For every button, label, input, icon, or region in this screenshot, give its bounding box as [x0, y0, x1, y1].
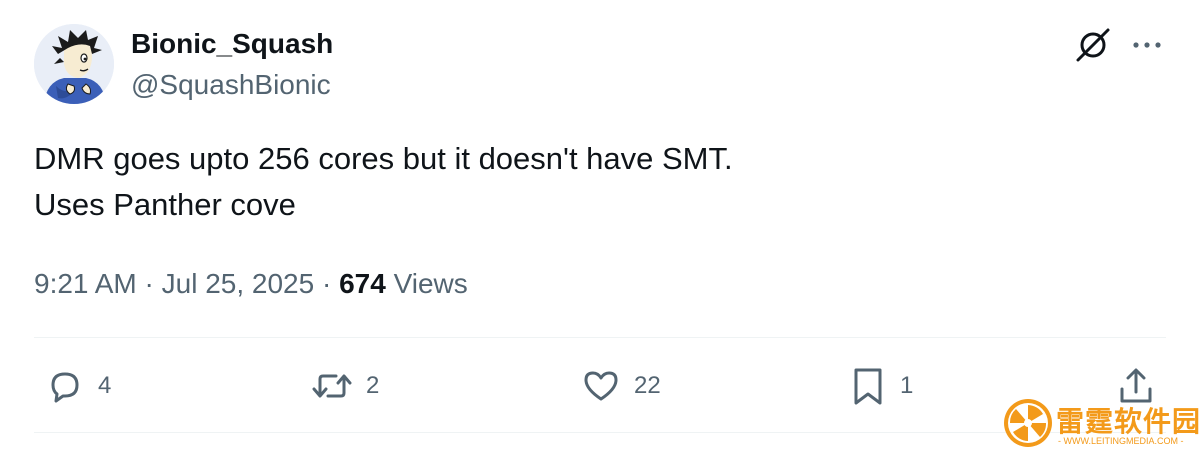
bookmark-icon — [848, 365, 888, 407]
tweet-card: Bionic_Squash @SquashBionic DMR goes upt… — [0, 0, 1200, 450]
views-count: 674 — [339, 268, 386, 299]
watermark-name: 雷霆软件园 — [1056, 406, 1200, 437]
author-handle[interactable]: @SquashBionic — [131, 68, 331, 102]
reply-count: 4 — [98, 372, 112, 399]
more-options-icon[interactable] — [1130, 28, 1164, 62]
tweet-text-line: DMR goes upto 256 cores but it doesn't h… — [34, 141, 733, 176]
meta-separator: · — [321, 268, 332, 299]
bookmark-count: 1 — [900, 372, 914, 399]
tweet-date[interactable]: Jul 25, 2025 — [162, 268, 315, 299]
repost-count: 2 — [366, 372, 380, 399]
avatar[interactable] — [34, 24, 114, 104]
divider — [34, 337, 1166, 338]
watermark: 雷霆软件园 - WWW.LEITINGMEDIA.COM - — [1000, 396, 1200, 450]
views-label: Views — [393, 268, 468, 299]
tweet-text-line: Uses Panther cove — [34, 187, 296, 222]
repost-icon — [310, 365, 354, 407]
watermark-logo-icon — [1004, 399, 1052, 447]
author-display-name[interactable]: Bionic_Squash — [131, 27, 333, 61]
tweet-meta: 9:21 AM · Jul 25, 2025 · 674 Views — [34, 266, 468, 302]
repost-button[interactable]: 2 — [310, 364, 379, 408]
meta-separator: · — [144, 268, 154, 299]
grok-icon[interactable] — [1074, 26, 1112, 64]
avatar-image — [34, 24, 114, 104]
heart-icon — [580, 365, 622, 407]
tweet-time[interactable]: 9:21 AM — [34, 268, 137, 299]
watermark-url: - WWW.LEITINGMEDIA.COM - — [1058, 436, 1184, 446]
like-button[interactable]: 22 — [580, 364, 661, 408]
divider — [34, 432, 1166, 433]
reply-icon — [44, 365, 86, 407]
tweet-text: DMR goes upto 256 cores but it doesn't h… — [34, 136, 733, 228]
like-count: 22 — [634, 372, 661, 399]
reply-button[interactable]: 4 — [44, 364, 111, 408]
bookmark-button[interactable]: 1 — [848, 364, 913, 408]
